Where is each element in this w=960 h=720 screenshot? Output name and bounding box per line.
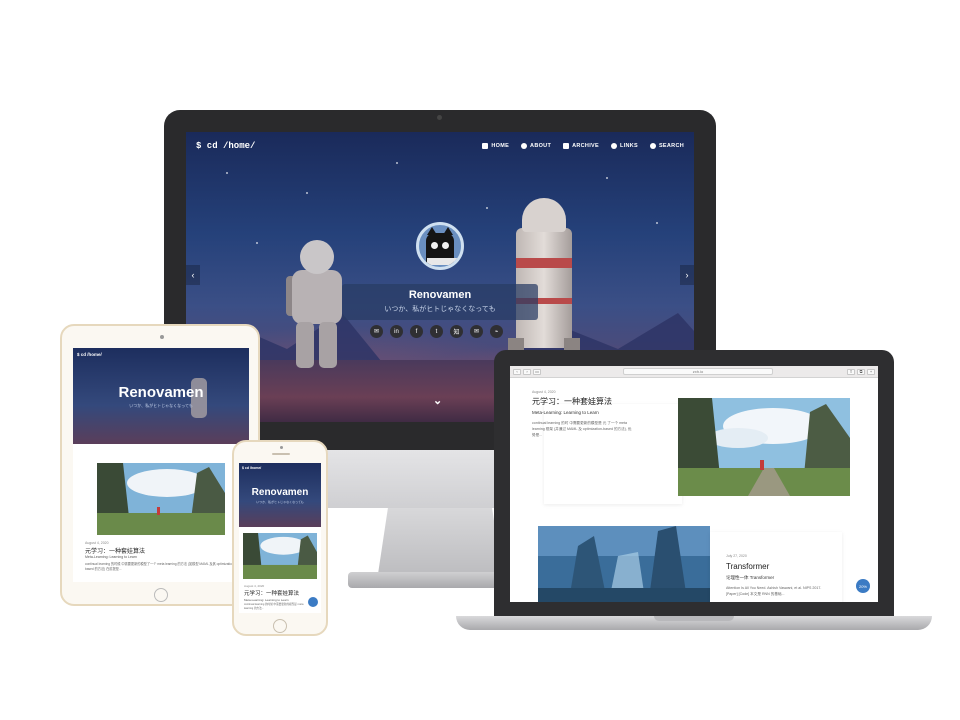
- back-to-top-button[interactable]: 20%: [856, 579, 870, 593]
- ipad-site-brand[interactable]: $ cd /home/: [77, 352, 102, 357]
- macbook-screen: ‹ › ▭ zxh.io ⇪ ⧉ + August 4, 2020 元学习：一种…: [510, 366, 878, 602]
- post-excerpt: continual learning 的时候 中需要更新的模型了一个 meta …: [85, 562, 235, 571]
- nav-search[interactable]: SEARCH: [649, 143, 684, 149]
- post-subtitle: Meta-Learning: Learning to Learn: [244, 598, 289, 602]
- post-excerpt: continual learning 的时 中需要更新的模型是 元 了一个 me…: [532, 421, 632, 437]
- carousel-next-button[interactable]: ›: [680, 265, 694, 285]
- nav-archive[interactable]: ARCHIVE: [563, 143, 599, 149]
- link-icon: [610, 143, 617, 149]
- top-navbar: $ cd /home/ HOME ABOUT ARCHIVE LINKS SEA…: [186, 132, 694, 160]
- post-cover-image[interactable]: [678, 398, 850, 496]
- nav-links-label: LINKS: [619, 143, 638, 149]
- carousel-prev-button[interactable]: ‹: [186, 265, 200, 285]
- ipad-hero: $ cd /home/ Renovamen いつか、私がヒトじゃなくなっても: [73, 348, 249, 444]
- ipad-screen: $ cd /home/ Renovamen いつか、私がヒトじゃなくなっても A…: [73, 348, 249, 582]
- paw-icon: [521, 143, 528, 149]
- scroll-down-chevron-icon[interactable]: ⌄: [433, 394, 442, 407]
- archive-icon: [563, 143, 570, 149]
- iphone-site-brand[interactable]: $ cd /home/: [242, 466, 261, 470]
- iphone-site-title: Renovamen: [251, 487, 309, 498]
- post-date: August 4, 2020: [85, 541, 109, 545]
- post-excerpt: Attention Is All You Need. Ashish Vaswan…: [726, 586, 822, 596]
- sidebar-icon[interactable]: ▭: [533, 368, 541, 375]
- imac-camera: [437, 115, 442, 120]
- iphone-camera: [280, 446, 283, 449]
- iphone-speaker: [272, 453, 290, 455]
- ipad-device: $ cd /home/ Renovamen いつか、私がヒトじゃなくなっても A…: [60, 324, 260, 606]
- iphone-hero: $ cd /home/ Renovamen いつか、私がヒトじゃなくなっても: [239, 463, 321, 527]
- post-date: August 4, 2020: [532, 390, 556, 394]
- post-title[interactable]: 元学习：一种套娃算法: [85, 546, 145, 555]
- iphone-screen: $ cd /home/ Renovamen いつか、私がヒトじゃなくなっても A…: [239, 463, 321, 613]
- nav-home[interactable]: HOME: [482, 143, 509, 149]
- address-bar[interactable]: zxh.io: [623, 368, 773, 375]
- nav-menu: HOME ABOUT ARCHIVE LINKS SEARCH: [482, 143, 684, 149]
- twitter-icon[interactable]: t: [430, 325, 443, 338]
- iphone-device: $ cd /home/ Renovamen いつか、私がヒトじゃなくなっても A…: [232, 440, 328, 636]
- imac-stand: [378, 508, 502, 574]
- post-title[interactable]: 元学习：一种套娃算法: [532, 396, 612, 407]
- nav-home-label: HOME: [491, 143, 510, 149]
- post-cover-image[interactable]: [538, 526, 710, 602]
- post-title[interactable]: 元学习：一种套娃算法: [244, 589, 299, 597]
- hero-tagline: いつか、私がヒトじゃなくなっても: [384, 306, 496, 313]
- linkedin-icon[interactable]: in: [390, 325, 403, 338]
- avatar: [416, 222, 464, 270]
- ipad-camera: [160, 335, 164, 339]
- back-icon[interactable]: ‹: [513, 368, 521, 375]
- iphone-tagline: いつか、私がヒトじゃなくなっても: [256, 500, 304, 504]
- home-icon: [482, 143, 489, 149]
- macbook-notch: [654, 616, 734, 621]
- post-excerpt: continual learning 的时候 中需要更新的模型是 meta le…: [244, 603, 304, 610]
- email-icon[interactable]: ✉: [470, 325, 483, 338]
- ipad-home-button: [154, 588, 168, 602]
- ipad-tagline: いつか、私がヒトじゃなくなっても: [129, 403, 193, 408]
- post-subtitle: 论理性一体 Transformer: [726, 575, 775, 580]
- tabs-icon[interactable]: ⧉: [857, 368, 865, 375]
- rss-icon[interactable]: ⌁: [490, 325, 503, 338]
- zhihu-icon[interactable]: 知: [450, 325, 463, 338]
- new-tab-icon[interactable]: +: [867, 368, 875, 375]
- iphone-home-button: [273, 619, 287, 633]
- astronaut-illustration: [286, 240, 346, 368]
- hero-site-title: Renovamen: [408, 289, 472, 301]
- nav-links[interactable]: LINKS: [610, 143, 638, 149]
- ipad-site-title: Renovamen: [118, 384, 204, 401]
- post-cover-image[interactable]: [97, 463, 225, 535]
- rocket-illustration: [508, 198, 580, 368]
- post-date: July 27, 2020: [726, 554, 747, 558]
- nav-search-label: SEARCH: [658, 143, 684, 149]
- facebook-icon[interactable]: f: [410, 325, 423, 338]
- device-mockup-stage: $ cd /home/ HOME ABOUT ARCHIVE LINKS SEA…: [0, 0, 960, 720]
- post-title[interactable]: Transformer: [726, 562, 769, 571]
- back-to-top-button[interactable]: [308, 597, 318, 607]
- mail-icon[interactable]: ✉: [370, 325, 383, 338]
- nav-about[interactable]: ABOUT: [521, 143, 551, 149]
- nav-about-label: ABOUT: [530, 143, 552, 149]
- site-brand-link[interactable]: $ cd /home/: [196, 141, 255, 151]
- share-icon[interactable]: ⇪: [847, 368, 855, 375]
- post-card[interactable]: [544, 404, 682, 504]
- forward-icon[interactable]: ›: [523, 368, 531, 375]
- post-subtitle: Meta-Learning: Learning to Learn: [85, 555, 137, 559]
- post-date: August 4, 2020: [244, 584, 265, 588]
- nav-archive-label: ARCHIVE: [572, 143, 599, 149]
- post-cover-image[interactable]: [243, 533, 317, 579]
- hero-name-box: Renovamen いつか、私がヒトじゃなくなっても: [342, 284, 538, 320]
- search-icon: [649, 143, 656, 149]
- post-subtitle: Meta-Learning: Learning to Learn: [532, 410, 599, 415]
- social-links: ✉ in f t 知 ✉ ⌁: [370, 325, 503, 338]
- browser-toolbar: ‹ › ▭ zxh.io ⇪ ⧉ +: [510, 366, 878, 378]
